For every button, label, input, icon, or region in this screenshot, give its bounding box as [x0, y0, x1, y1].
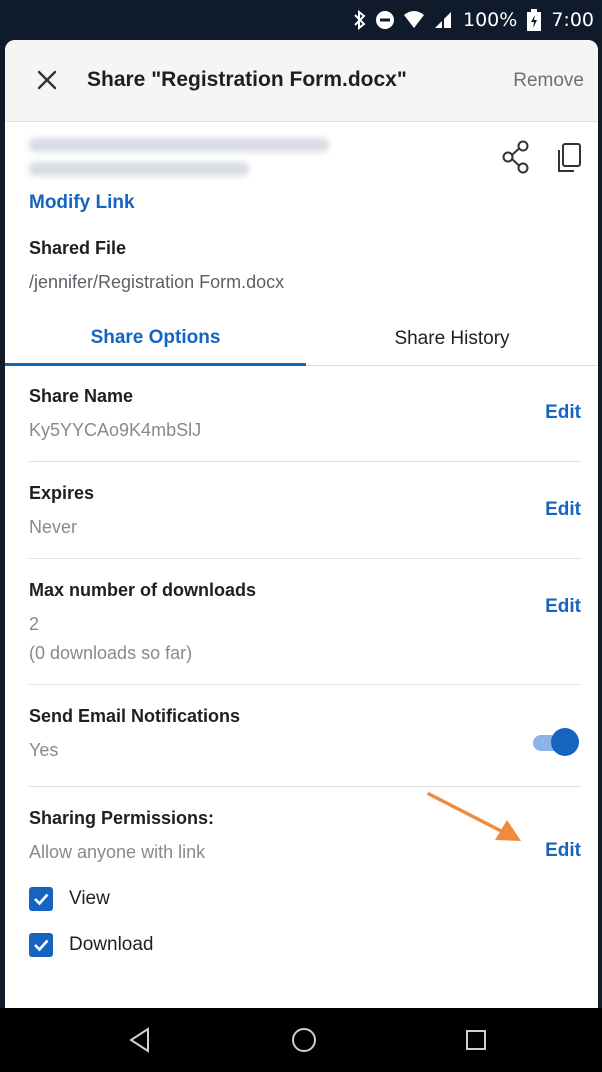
home-button[interactable] — [284, 1022, 324, 1058]
modify-link-button[interactable]: Modify Link — [29, 192, 135, 214]
signal-icon — [435, 12, 451, 28]
annotation-arrow-icon — [427, 792, 521, 841]
email-notifications-value: Yes — [29, 740, 59, 760]
tab-share-history[interactable]: Share History — [306, 312, 598, 366]
recents-icon — [466, 1030, 486, 1050]
back-icon — [129, 1027, 149, 1053]
view-permission-label: View — [69, 888, 110, 909]
share-name-label: Share Name — [29, 386, 134, 406]
back-button[interactable] — [120, 1022, 160, 1058]
download-permission-label: Download — [69, 934, 154, 955]
battery-percent: 100% — [463, 9, 518, 31]
bluetooth-icon — [354, 10, 366, 30]
toggle-knob — [551, 728, 579, 756]
sharing-permissions-value: Allow anyone with link — [29, 842, 206, 862]
status-bar: 100% 7:00 — [0, 0, 602, 40]
share-icon[interactable] — [501, 140, 531, 174]
tab-share-options[interactable]: Share Options — [5, 312, 306, 366]
expires-label: Expires — [29, 483, 95, 503]
expires-edit-button[interactable]: Edit — [545, 499, 581, 521]
do-not-disturb-icon — [376, 11, 394, 29]
download-permission-checkbox[interactable]: Download — [29, 933, 154, 957]
recents-button[interactable] — [456, 1022, 496, 1058]
clock: 7:00 — [551, 9, 594, 31]
max-downloads-edit-button[interactable]: Edit — [545, 596, 581, 618]
wifi-icon — [404, 11, 424, 28]
share-sheet: Share "Registration Form.docx" Remove Mo… — [5, 40, 598, 1008]
share-name-edit-button[interactable]: Edit — [545, 402, 581, 424]
divider — [29, 786, 581, 787]
battery-icon — [527, 9, 542, 31]
close-icon — [37, 70, 57, 90]
remove-button[interactable]: Remove — [513, 70, 584, 92]
expires-value: Never — [29, 517, 78, 537]
shared-file-label: Shared File — [29, 238, 127, 258]
email-notifications-toggle[interactable] — [533, 728, 579, 756]
max-downloads-value: 2 — [29, 614, 40, 634]
copy-icon[interactable] — [555, 142, 583, 174]
email-notifications-label: Send Email Notifications — [29, 706, 241, 726]
share-link-redacted — [29, 138, 339, 186]
view-permission-checkbox[interactable]: View — [29, 887, 110, 911]
share-tabs: Share Options Share History — [5, 312, 598, 366]
divider — [29, 684, 581, 685]
share-header: Share "Registration Form.docx" Remove — [5, 40, 598, 122]
downloads-so-far: (0 downloads so far) — [29, 643, 193, 663]
sharing-permissions-label: Sharing Permissions: — [29, 808, 215, 828]
app-frame: Share "Registration Form.docx" Remove Mo… — [0, 40, 602, 1008]
home-icon — [292, 1028, 316, 1052]
shared-file-path: /jennifer/Registration Form.docx — [29, 272, 285, 292]
sharing-permissions-edit-button[interactable]: Edit — [545, 840, 581, 862]
checkbox-checked-icon — [29, 887, 53, 911]
page-title: Share "Registration Form.docx" — [87, 68, 407, 91]
close-button[interactable] — [29, 62, 65, 98]
divider — [29, 461, 581, 462]
share-name-value: Ky5YYCAo9K4mbSlJ — [29, 420, 202, 440]
navigation-bar — [0, 1008, 602, 1072]
divider — [29, 558, 581, 559]
checkbox-checked-icon — [29, 933, 53, 957]
max-downloads-label: Max number of downloads — [29, 580, 257, 600]
